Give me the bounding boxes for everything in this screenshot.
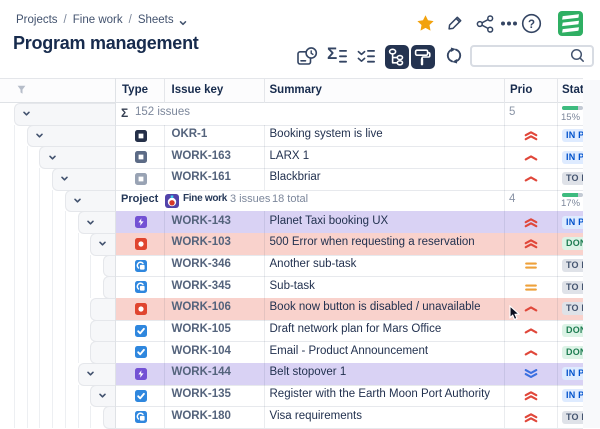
svg-text:?: ?	[528, 19, 535, 31]
